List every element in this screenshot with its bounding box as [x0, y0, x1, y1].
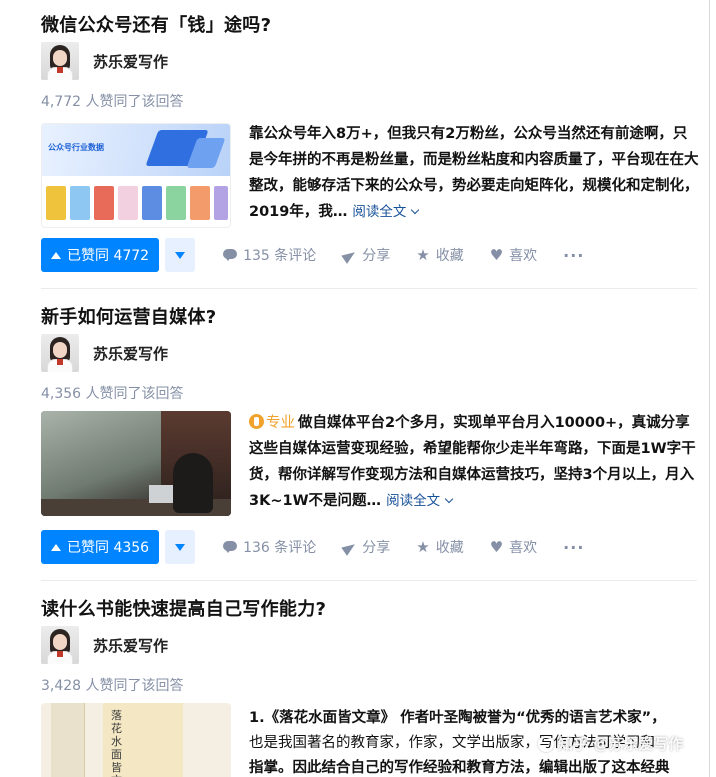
- vote-count-text: 4,356 人赞同了该回答: [41, 386, 184, 402]
- excerpt-text: 做自媒体平台2个多月，实现单平台月入10000+，真诚分享这些自媒体运营变现经验…: [249, 415, 696, 509]
- book-cover: 落花水面皆文章: [103, 703, 183, 777]
- share-icon: [342, 540, 356, 554]
- avatar[interactable]: [41, 626, 79, 664]
- vote-count-text: 4,772 人赞同了该回答: [41, 94, 184, 110]
- answer-feed: 微信公众号还有「钱」途吗? 苏乐爱写作 4,772 人赞同了该回答 公众号行业数…: [0, 0, 716, 777]
- answer-thumbnail[interactable]: 公众号行业数据: [41, 123, 231, 228]
- answer-card: 微信公众号还有「钱」途吗? 苏乐爱写作 4,772 人赞同了该回答 公众号行业数…: [0, 0, 709, 289]
- author-info: 苏乐爱写作: [41, 334, 168, 372]
- watermark: 知乎 @苏乐爱写作: [538, 733, 683, 754]
- author-name[interactable]: 苏乐爱写作: [93, 635, 168, 656]
- upvote-button[interactable]: 已赞同 4356: [41, 530, 160, 564]
- excerpt-line: 1.《落花水面皆文章》 作者叶圣陶被誉为“优秀的语言艺术家”，: [249, 710, 666, 726]
- collect-label: 收藏: [435, 540, 464, 556]
- avatar[interactable]: [41, 334, 79, 372]
- book-cover-title: 落花水面皆文章: [111, 709, 122, 777]
- read-more-link[interactable]: 阅读全文: [352, 204, 420, 220]
- upvote-label: 已赞同 4772: [67, 248, 150, 264]
- comment-icon: [223, 248, 238, 262]
- action-bar: 已赞同 4356 136 条评论 分享 ★ 收藏 ♥ 喜欢 ···: [41, 530, 584, 564]
- share-icon: [342, 248, 356, 262]
- collect-button[interactable]: ★ 收藏: [416, 537, 463, 557]
- answer-excerpt[interactable]: 靠公众号年入8万+，但我只有2万粉丝，公众号当然还有前途啊，只是今年拼的不再是粉…: [249, 121, 699, 225]
- heart-icon: ♥: [489, 538, 504, 556]
- like-button[interactable]: ♥ 喜欢: [490, 537, 537, 557]
- excerpt-line: 指掌。因此结合自己的写作经验和教育方法，编辑出版了这本经典: [249, 760, 670, 776]
- excerpt-text: 靠公众号年入8万+，但我只有2万粉丝，公众号当然还有前途啊，只是今年拼的不再是粉…: [249, 126, 699, 220]
- comment-icon: [223, 540, 238, 554]
- answer-thumbnail[interactable]: [41, 411, 231, 516]
- author-name[interactable]: 苏乐爱写作: [93, 343, 168, 364]
- answer-excerpt[interactable]: 专业 做自媒体平台2个多月，实现单平台月入10000+，真诚分享这些自媒体运营变现…: [249, 410, 699, 514]
- like-button[interactable]: ♥ 喜欢: [490, 245, 537, 265]
- comment-button[interactable]: 135 条评论: [223, 245, 316, 265]
- collect-label: 收藏: [435, 248, 464, 264]
- like-label: 喜欢: [509, 540, 538, 556]
- downvote-button[interactable]: [165, 530, 196, 564]
- heart-icon: ♥: [489, 246, 504, 264]
- question-title[interactable]: 新手如何运营自媒体?: [41, 303, 216, 329]
- like-label: 喜欢: [509, 248, 538, 264]
- vote-count-text: 3,428 人赞同了该回答: [41, 678, 184, 694]
- downvote-icon: [175, 251, 186, 259]
- share-button[interactable]: 分享: [342, 537, 390, 557]
- author-info: 苏乐爱写作: [41, 42, 168, 80]
- downvote-button[interactable]: [165, 238, 196, 272]
- share-button[interactable]: 分享: [342, 245, 390, 265]
- author-name[interactable]: 苏乐爱写作: [93, 51, 168, 72]
- comment-count: 135 条评论: [243, 248, 317, 264]
- read-more-link[interactable]: 阅读全文: [386, 493, 454, 509]
- upvote-label: 已赞同 4356: [67, 540, 150, 556]
- avatar[interactable]: [41, 42, 79, 80]
- share-label: 分享: [362, 248, 391, 264]
- professional-badge-icon: [249, 414, 264, 429]
- share-label: 分享: [362, 540, 391, 556]
- comment-count: 136 条评论: [243, 540, 317, 556]
- more-options-button[interactable]: ···: [563, 246, 584, 265]
- question-title[interactable]: 读什么书能快速提高自己写作能力?: [41, 595, 326, 621]
- answer-card: 新手如何运营自媒体? 苏乐爱写作 4,356 人赞同了该回答 专业 做自媒体平台2…: [0, 292, 709, 581]
- professional-badge: 专业: [266, 415, 295, 431]
- downvote-icon: [175, 543, 186, 551]
- upvote-button[interactable]: 已赞同 4772: [41, 238, 160, 272]
- upvote-icon: [51, 543, 61, 551]
- chevron-down-icon: [411, 205, 420, 215]
- collect-button[interactable]: ★ 收藏: [416, 245, 463, 265]
- question-title[interactable]: 微信公众号还有「钱」途吗?: [41, 11, 271, 37]
- action-bar: 已赞同 4772 135 条评论 分享 ★ 收藏 ♥ 喜欢 ···: [41, 238, 584, 272]
- upvote-icon: [51, 251, 61, 259]
- watermark-text: 知乎 @苏乐爱写作: [558, 735, 684, 753]
- answer-thumbnail[interactable]: 落花水面皆文章: [41, 703, 231, 777]
- zhihu-logo-icon: [538, 736, 554, 752]
- comment-button[interactable]: 136 条评论: [223, 537, 316, 557]
- author-info: 苏乐爱写作: [41, 626, 168, 664]
- scroll-edge: [709, 0, 710, 777]
- divider: [41, 580, 697, 581]
- more-options-button[interactable]: ···: [563, 538, 584, 557]
- star-icon: ★: [416, 538, 430, 556]
- star-icon: ★: [416, 246, 430, 264]
- divider: [41, 288, 697, 289]
- chevron-down-icon: [444, 494, 454, 504]
